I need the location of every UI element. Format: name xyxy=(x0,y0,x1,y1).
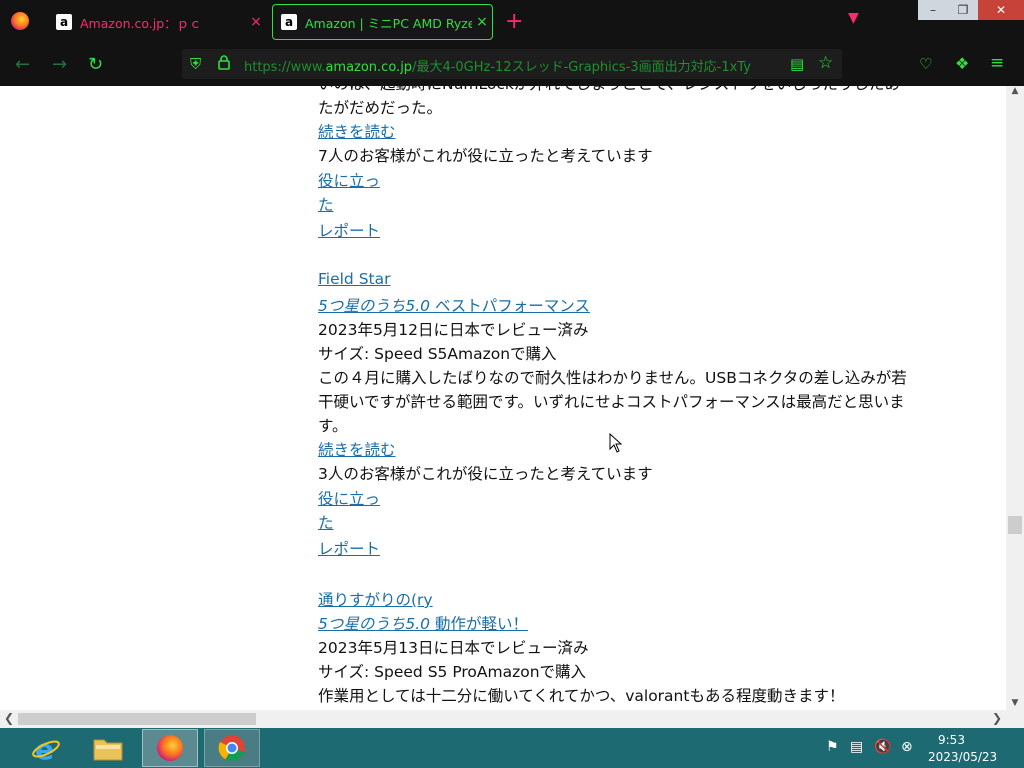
review-text-partial: いのは、起動時にNumLockが外れてしまうことで、レジストリをいじったりしたあ xyxy=(318,86,900,94)
shield-icon[interactable]: ⛨ xyxy=(190,55,201,73)
review-title-link[interactable]: 5つ星のうち5.0 動作が軽い！ xyxy=(318,612,528,634)
scrollbar-thumb[interactable] xyxy=(18,713,256,725)
flag-icon[interactable]: ⚑ xyxy=(826,739,839,755)
page-content: いのは、起動時にNumLockが外れてしまうことで、レジストリをいじったりしたあ… xyxy=(0,86,1006,710)
tab-amazon-product[interactable]: a Amazon | ミニPC AMD Ryzen × xyxy=(272,4,493,40)
mouse-cursor-icon xyxy=(609,433,623,453)
internet-explorer-icon[interactable]: e xyxy=(18,729,74,767)
helpful-link-wrap[interactable]: た xyxy=(318,511,334,533)
review-body-line: す。 xyxy=(318,417,348,435)
url-bar[interactable]: ⛨ https://www.amazon.co.jp/最大4-0GHz-12スレ… xyxy=(182,49,842,79)
report-link[interactable]: レポート xyxy=(318,219,380,241)
read-more-link[interactable]: 続きを読む xyxy=(318,438,396,460)
tab-title: Amazon | ミニPC AMD Ryzen xyxy=(305,15,472,31)
amazon-favicon: a xyxy=(56,14,72,30)
helpful-link-wrap[interactable]: た xyxy=(318,193,334,215)
review-text: たがだめだった。 xyxy=(318,99,443,117)
review-author[interactable]: 通りすがりの(ry xyxy=(318,588,433,610)
review-size: サイズ: Speed S5 ProAmazonで購入 xyxy=(318,663,587,681)
review-author[interactable]: Field Star xyxy=(318,270,391,288)
review-date: 2023年5月12日に日本でレビュー済み xyxy=(318,321,589,339)
scrollbar-corner xyxy=(1006,710,1024,728)
reload-icon[interactable]: ↻ xyxy=(88,54,103,75)
scrollbar-thumb[interactable] xyxy=(1008,516,1022,534)
horizontal-scrollbar[interactable]: ❮ ❯ xyxy=(0,710,1006,728)
chrome-icon[interactable] xyxy=(204,729,260,767)
review-date: 2023年5月13日に日本でレビュー済み xyxy=(318,639,589,657)
review-title-link[interactable]: 5つ星のうち5.0 ベストパフォーマンス xyxy=(318,294,590,316)
helpful-link[interactable]: 役に立っ xyxy=(318,169,380,191)
tab-title: Amazon.co.jp：ｐｃ xyxy=(80,15,202,31)
report-link[interactable]: レポート xyxy=(318,537,380,559)
scroll-down-icon[interactable]: ▼ xyxy=(1006,698,1024,708)
star-bookmark-icon[interactable]: ☆ xyxy=(818,53,833,73)
read-more-link[interactable]: 続きを読む xyxy=(318,120,396,142)
helpful-count: 3人のお客様がこれが役に立ったと考えています xyxy=(318,465,653,483)
firefox-logo-icon xyxy=(11,12,29,30)
close-icon[interactable]: × xyxy=(472,14,492,30)
helpful-count: 7人のお客様がこれが役に立ったと考えています xyxy=(318,147,653,165)
scroll-right-icon[interactable]: ❯ xyxy=(992,711,1002,725)
scroll-left-icon[interactable]: ❮ xyxy=(4,711,14,725)
taskbar: e ⚑ ▤ 🔇 ⊗ 9:53 2023/05/23 xyxy=(0,728,1024,768)
scroll-up-icon[interactable]: ▲ xyxy=(1006,86,1024,96)
back-arrow-icon[interactable]: ← xyxy=(15,54,30,75)
chevron-down-icon[interactable]: ▼ xyxy=(848,10,859,26)
url-text[interactable]: https://www.amazon.co.jp/最大4-0GHz-12スレッド… xyxy=(244,56,774,75)
tab-bar: a Amazon.co.jp：ｐｃ × a Amazon | ミニPC AMD … xyxy=(0,0,1024,44)
close-icon[interactable]: × xyxy=(246,14,266,30)
navigation-bar: ← → ↻ ⛨ https://www.amazon.co.jp/最大4-0GH… xyxy=(0,44,1024,86)
minimize-button[interactable]: – xyxy=(918,0,948,20)
speaker-muted-icon[interactable]: 🔇 xyxy=(874,739,891,755)
close-window-button[interactable]: ✕ xyxy=(978,0,1024,20)
pocket-icon[interactable]: ♡ xyxy=(919,55,932,73)
cancel-circle-icon[interactable]: ⊗ xyxy=(901,739,913,755)
plus-icon[interactable]: + xyxy=(505,9,523,34)
network-icon[interactable]: ▤ xyxy=(850,739,863,755)
file-explorer-icon[interactable] xyxy=(80,729,136,767)
tab-amazon-search[interactable]: a Amazon.co.jp：ｐｃ × xyxy=(48,4,266,40)
lock-icon[interactable] xyxy=(218,55,230,74)
amazon-favicon: a xyxy=(281,14,297,30)
review-body-line: 作業用としては十二分に働いてくれてかつ、valorantもある程度動きます！ xyxy=(318,687,845,705)
hamburger-menu-icon[interactable]: ≡ xyxy=(990,53,1004,73)
forward-arrow-icon[interactable]: → xyxy=(52,54,67,75)
clock-time[interactable]: 9:53 xyxy=(938,733,965,747)
review-size: サイズ: Speed S5Amazonで購入 xyxy=(318,345,557,363)
firefox-icon[interactable] xyxy=(142,729,198,767)
helpful-link[interactable]: 役に立っ xyxy=(318,487,380,509)
review-body-line: この４月に購入したばりなので耐久性はわかりません。USBコネクタの差し込みが若 xyxy=(318,369,907,387)
clock-date[interactable]: 2023/05/23 xyxy=(928,750,997,764)
vertical-scrollbar[interactable]: ▲ ▼ xyxy=(1006,86,1024,710)
extensions-icon[interactable]: ❖ xyxy=(955,54,969,73)
reader-view-icon[interactable]: ▤ xyxy=(790,55,804,73)
restore-button[interactable]: ❐ xyxy=(948,0,978,20)
review-body-line: 干硬いですが許せる範囲です。いずれにせよコストパフォーマンスは最高だと思いま xyxy=(318,393,905,411)
